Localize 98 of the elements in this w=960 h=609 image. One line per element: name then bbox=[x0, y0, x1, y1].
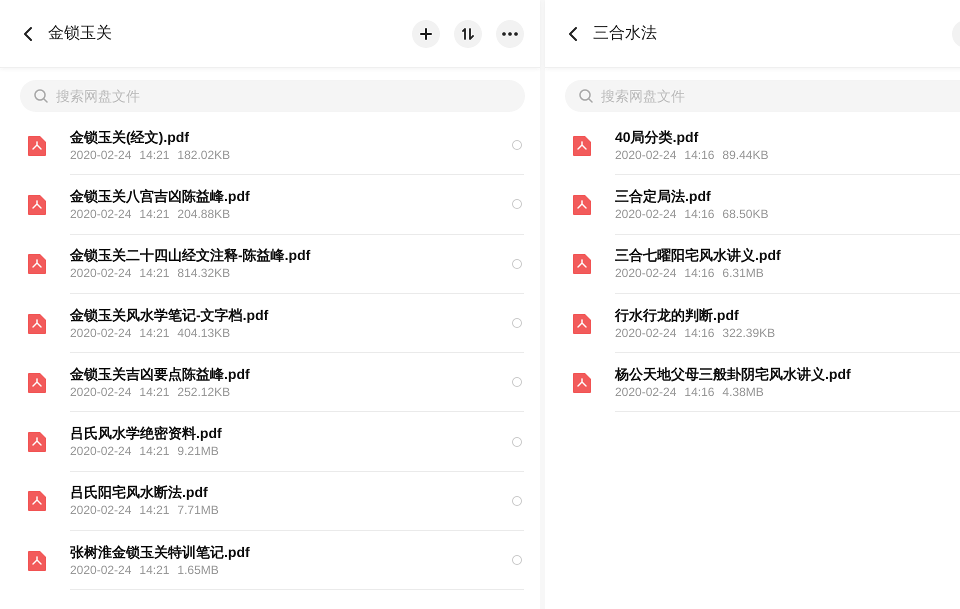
plus-icon bbox=[420, 28, 432, 40]
file-name: 金锁玉关吉凶要点陈益峰.pdf bbox=[70, 364, 251, 383]
file-name: 三合定局法.pdf bbox=[615, 186, 712, 205]
file-name: 吕氏风水学绝密资料.pdf bbox=[70, 424, 223, 442]
file-name: 吕氏阳宅风水断法.pdf bbox=[70, 483, 209, 502]
file-date: 2020-02-24 bbox=[70, 146, 132, 163]
pdf-file-icon bbox=[573, 254, 591, 274]
file-time: 14:21 bbox=[139, 384, 170, 400]
search-icon bbox=[579, 89, 593, 103]
file-date: 2020-02-24 bbox=[70, 384, 132, 400]
file-row[interactable]: 杨公天地父母三般卦阴宅风水讲义.pdf 2020-02-24 14:16 4.38MB bbox=[545, 353, 960, 412]
file-name: 张树淮金锁玉关特训笔记.pdf bbox=[70, 542, 251, 561]
pdf-file-icon bbox=[28, 254, 46, 274]
file-size: 204.88KB bbox=[177, 206, 230, 222]
file-row[interactable]: 金锁玉关风水学笔记-文字档.pdf 2020-02-24 14:21 404.13KB bbox=[0, 294, 540, 354]
file-row[interactable]: 张树淮金锁玉关特训笔记.pdf 2020-02-24 14:21 1.65MB bbox=[0, 531, 540, 590]
sort-icon bbox=[461, 28, 475, 40]
file-date: 2020-02-24 bbox=[615, 324, 676, 341]
file-name: 金锁玉关八宫吉凶陈益峰.pdf bbox=[70, 186, 251, 205]
file-size: 182.02KB bbox=[177, 146, 230, 163]
sort-button[interactable] bbox=[454, 20, 482, 48]
file-size: 322.39KB bbox=[722, 324, 776, 341]
file-row[interactable]: 三合七曜阳宅风水讲义.pdf 2020-02-24 14:16 6.31MB bbox=[545, 234, 960, 294]
more-icon bbox=[502, 32, 518, 36]
file-date: 2020-02-24 bbox=[615, 146, 676, 163]
file-time: 14:21 bbox=[139, 562, 170, 578]
file-date: 2020-02-24 bbox=[615, 384, 676, 400]
folder-title: 三合水法 bbox=[593, 24, 658, 44]
pdf-file-icon bbox=[28, 491, 46, 512]
file-row[interactable]: 吕氏阳宅风水断法.pdf 2020-02-24 14:21 7.71MB bbox=[0, 472, 540, 532]
select-checkbox[interactable] bbox=[512, 496, 522, 506]
file-time: 14:21 bbox=[139, 206, 170, 222]
file-date: 2020-02-24 bbox=[70, 324, 132, 341]
select-checkbox[interactable] bbox=[512, 555, 522, 566]
file-size: 814.32KB bbox=[177, 265, 230, 282]
file-size: 6.31MB bbox=[722, 265, 764, 282]
file-time: 14:16 bbox=[684, 324, 714, 341]
pdf-file-icon bbox=[28, 432, 46, 452]
select-checkbox[interactable] bbox=[512, 318, 522, 328]
pdf-file-icon bbox=[573, 372, 591, 393]
file-size: 7.71MB bbox=[177, 502, 219, 518]
file-date: 2020-02-24 bbox=[615, 265, 676, 282]
file-row[interactable]: 40局分类.pdf 2020-02-24 14:16 89.44KB bbox=[545, 116, 960, 176]
file-size: 89.44KB bbox=[722, 146, 768, 163]
file-name: 行水行龙的判断.pdf bbox=[615, 306, 740, 324]
pdf-file-icon bbox=[28, 314, 46, 334]
file-size: 4.38MB bbox=[722, 384, 764, 400]
file-size: 252.12KB bbox=[177, 384, 230, 400]
file-row[interactable]: 吕氏风水学绝密资料.pdf 2020-02-24 14:21 9.21MB bbox=[0, 412, 540, 472]
file-name: 金锁玉关(经文).pdf bbox=[70, 128, 190, 146]
select-checkbox[interactable] bbox=[512, 377, 522, 388]
file-date: 2020-02-24 bbox=[70, 502, 132, 518]
pdf-file-icon bbox=[28, 136, 46, 156]
file-size: 1.65MB bbox=[177, 562, 219, 578]
pdf-file-icon bbox=[573, 314, 591, 334]
file-time: 14:16 bbox=[684, 265, 714, 282]
folder-title: 金锁玉关 bbox=[48, 24, 113, 44]
file-time: 14:21 bbox=[139, 324, 170, 341]
file-row[interactable]: 行水行龙的判断.pdf 2020-02-24 14:16 322.39KB bbox=[545, 294, 960, 354]
file-time: 14:16 bbox=[684, 206, 714, 222]
pdf-file-icon bbox=[28, 550, 46, 571]
more-button[interactable] bbox=[496, 20, 524, 48]
file-row[interactable]: 金锁玉关八宫吉凶陈益峰.pdf 2020-02-24 14:21 204.88KB bbox=[0, 175, 540, 235]
file-name: 三合七曜阳宅风水讲义.pdf bbox=[615, 246, 782, 264]
select-checkbox[interactable] bbox=[512, 140, 522, 150]
file-date: 2020-02-24 bbox=[70, 443, 132, 460]
file-name: 40局分类.pdf bbox=[615, 128, 700, 146]
file-size: 9.21MB bbox=[177, 443, 219, 460]
file-row[interactable]: 金锁玉关吉凶要点陈益峰.pdf 2020-02-24 14:21 252.12KB bbox=[0, 353, 540, 412]
file-row[interactable]: 金锁玉关二十四山经文注释-陈益峰.pdf 2020-02-24 14:21 814.32KB bbox=[0, 234, 540, 294]
file-size: 404.13KB bbox=[177, 324, 230, 341]
file-time: 14:21 bbox=[139, 502, 170, 518]
file-time: 14:21 bbox=[139, 265, 170, 282]
file-time: 14:21 bbox=[139, 443, 170, 460]
search-field[interactable]: 搜索网盘文件 bbox=[20, 80, 525, 112]
pdf-file-icon bbox=[573, 194, 591, 215]
file-date: 2020-02-24 bbox=[70, 206, 132, 222]
file-date: 2020-02-24 bbox=[70, 265, 132, 282]
file-size: 68.50KB bbox=[722, 206, 768, 222]
add-button[interactable] bbox=[412, 20, 440, 48]
pdf-file-icon bbox=[28, 372, 46, 393]
search-icon bbox=[34, 89, 48, 103]
file-time: 14:21 bbox=[139, 146, 170, 163]
file-row[interactable]: 金锁玉关(经文).pdf 2020-02-24 14:21 182.02KB bbox=[0, 116, 540, 176]
file-date: 2020-02-24 bbox=[615, 206, 676, 222]
file-name: 金锁玉关风水学笔记-文字档.pdf bbox=[70, 306, 270, 324]
select-checkbox[interactable] bbox=[512, 258, 522, 269]
file-row[interactable]: 三合定局法.pdf 2020-02-24 14:16 68.50KB bbox=[545, 175, 960, 235]
file-time: 14:16 bbox=[684, 146, 714, 163]
pdf-file-icon bbox=[28, 194, 46, 215]
file-name: 金锁玉关二十四山经文注释-陈益峰.pdf bbox=[70, 246, 312, 264]
search-field[interactable]: 搜索网盘文件 bbox=[565, 80, 960, 112]
select-checkbox[interactable] bbox=[512, 436, 522, 447]
file-time: 14:16 bbox=[684, 384, 714, 400]
file-name: 杨公天地父母三般卦阴宅风水讲义.pdf bbox=[615, 364, 852, 383]
file-date: 2020-02-24 bbox=[70, 562, 132, 578]
pdf-file-icon bbox=[573, 136, 591, 156]
select-checkbox[interactable] bbox=[512, 199, 522, 210]
